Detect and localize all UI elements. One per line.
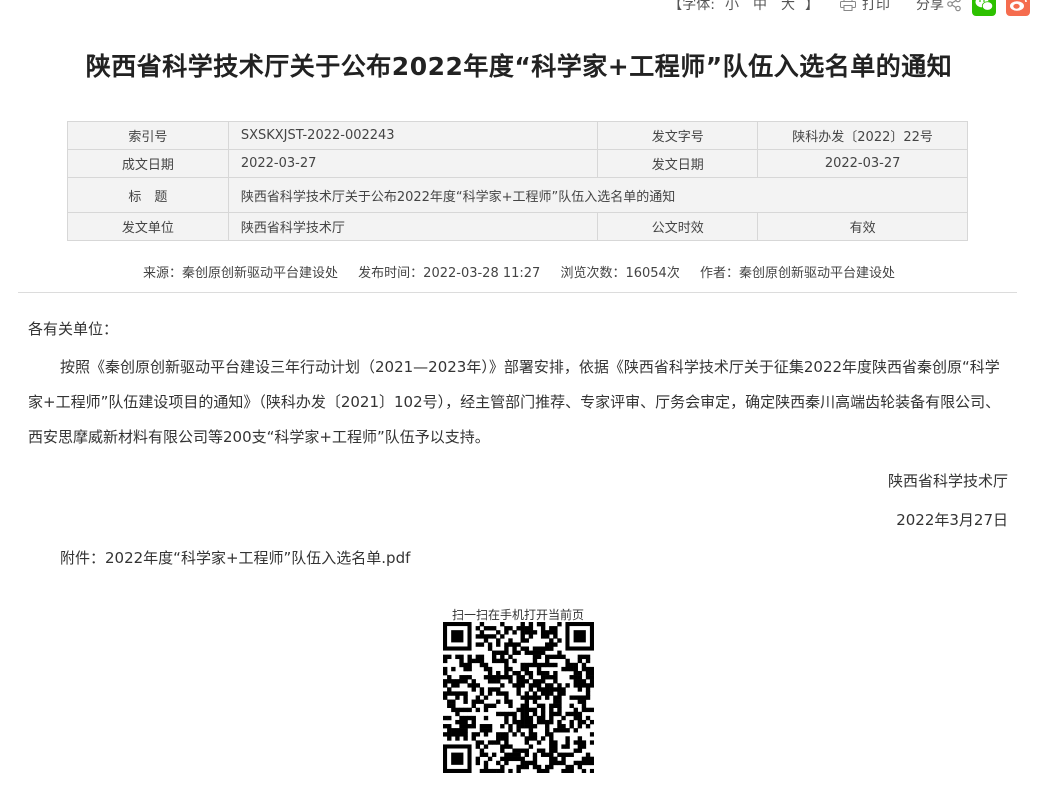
print-button[interactable]: 打印: [840, 0, 890, 14]
article-info-bar: 来源：秦创原创新驱动平台建设处 发布时间：2022-03-28 11:27 浏览…: [0, 262, 1038, 281]
header-divider: [18, 292, 1017, 293]
issued-date-label: 发文日期: [597, 149, 759, 178]
share-label: 分享: [916, 0, 944, 13]
share-control: 分享: [916, 0, 1030, 16]
font-size-small[interactable]: 小: [721, 0, 743, 14]
weibo-share-icon[interactable]: [1006, 0, 1030, 16]
created-date-value: 2022-03-27: [227, 149, 599, 178]
issued-date-value: 2022-03-27: [757, 149, 968, 178]
issuer-value: 陕西省科学技术厅: [227, 212, 599, 241]
index-number-label: 索引号: [67, 121, 229, 150]
article-toolbar: 【字体: 小 中 大 】 打印 分享: [665, 0, 1030, 16]
font-size-label-close: 】: [805, 0, 819, 13]
document-title-label: 标 题: [67, 177, 229, 213]
document-number-value: 陕科办发〔2022〕22号: [757, 121, 968, 150]
meta-row: 成文日期 2022-03-27 发文日期 2022-03-27: [67, 149, 968, 178]
wechat-share-icon[interactable]: [972, 0, 996, 16]
issuer-label: 发文单位: [67, 212, 229, 241]
author-text: 作者：秦创原创新驱动平台建设处: [699, 266, 895, 281]
body-paragraph: 按照《秦创原创新驱动平台建设三年行动计划（2021—2023年）》部署安排，依据…: [28, 358, 1001, 446]
validity-label: 公文时效: [597, 212, 759, 241]
font-size-control: 【字体: 小 中 大 】: [665, 0, 822, 14]
qr-caption: 扫一扫在手机打开当前页: [451, 608, 584, 622]
validity-value: 有效: [757, 212, 968, 241]
document-number-label: 发文字号: [597, 121, 759, 150]
salutation: 各有关单位：: [28, 320, 119, 338]
share-icon: [946, 0, 962, 12]
print-label: 打印: [862, 0, 890, 13]
created-date-label: 成文日期: [67, 149, 229, 178]
font-size-label-open: 【字体:: [668, 0, 715, 13]
index-number-value: SXSKXJST-2022-002243: [227, 121, 599, 150]
attachment-link[interactable]: 附件：2022年度“科学家+工程师”队伍入选名单.pdf: [60, 547, 960, 568]
source-text: 来源：秦创原创新驱动平台建设处: [143, 266, 339, 281]
page-title: 陕西省科学技术厅关于公布2022年度“科学家+工程师”队伍入选名单的通知: [85, 52, 953, 81]
document-title-value: 陕西省科学技术厅关于公布2022年度“科学家+工程师”队伍入选名单的通知: [227, 177, 969, 213]
meta-row: 索引号 SXSKXJST-2022-002243 发文字号 陕科办发〔2022〕…: [67, 121, 968, 150]
view-count-text: 浏览次数：16054次: [560, 266, 680, 281]
signature: 陕西省科学技术厅: [887, 472, 1008, 490]
qr-code-graphic: [443, 622, 595, 774]
qr-code: [443, 622, 595, 774]
signature-date: 2022年3月27日: [896, 511, 1008, 529]
document-metadata-table: 索引号 SXSKXJST-2022-002243 发文字号 陕科办发〔2022〕…: [67, 121, 969, 241]
font-size-medium[interactable]: 中: [749, 0, 771, 14]
publish-time-text: 发布时间：2022-03-28 11:27: [358, 266, 541, 281]
meta-row: 标 题 陕西省科学技术厅关于公布2022年度“科学家+工程师”队伍入选名单的通知: [67, 177, 969, 213]
printer-icon: [840, 0, 856, 11]
meta-row: 发文单位 陕西省科学技术厅 公文时效 有效: [67, 212, 968, 241]
font-size-large[interactable]: 大: [777, 0, 799, 14]
